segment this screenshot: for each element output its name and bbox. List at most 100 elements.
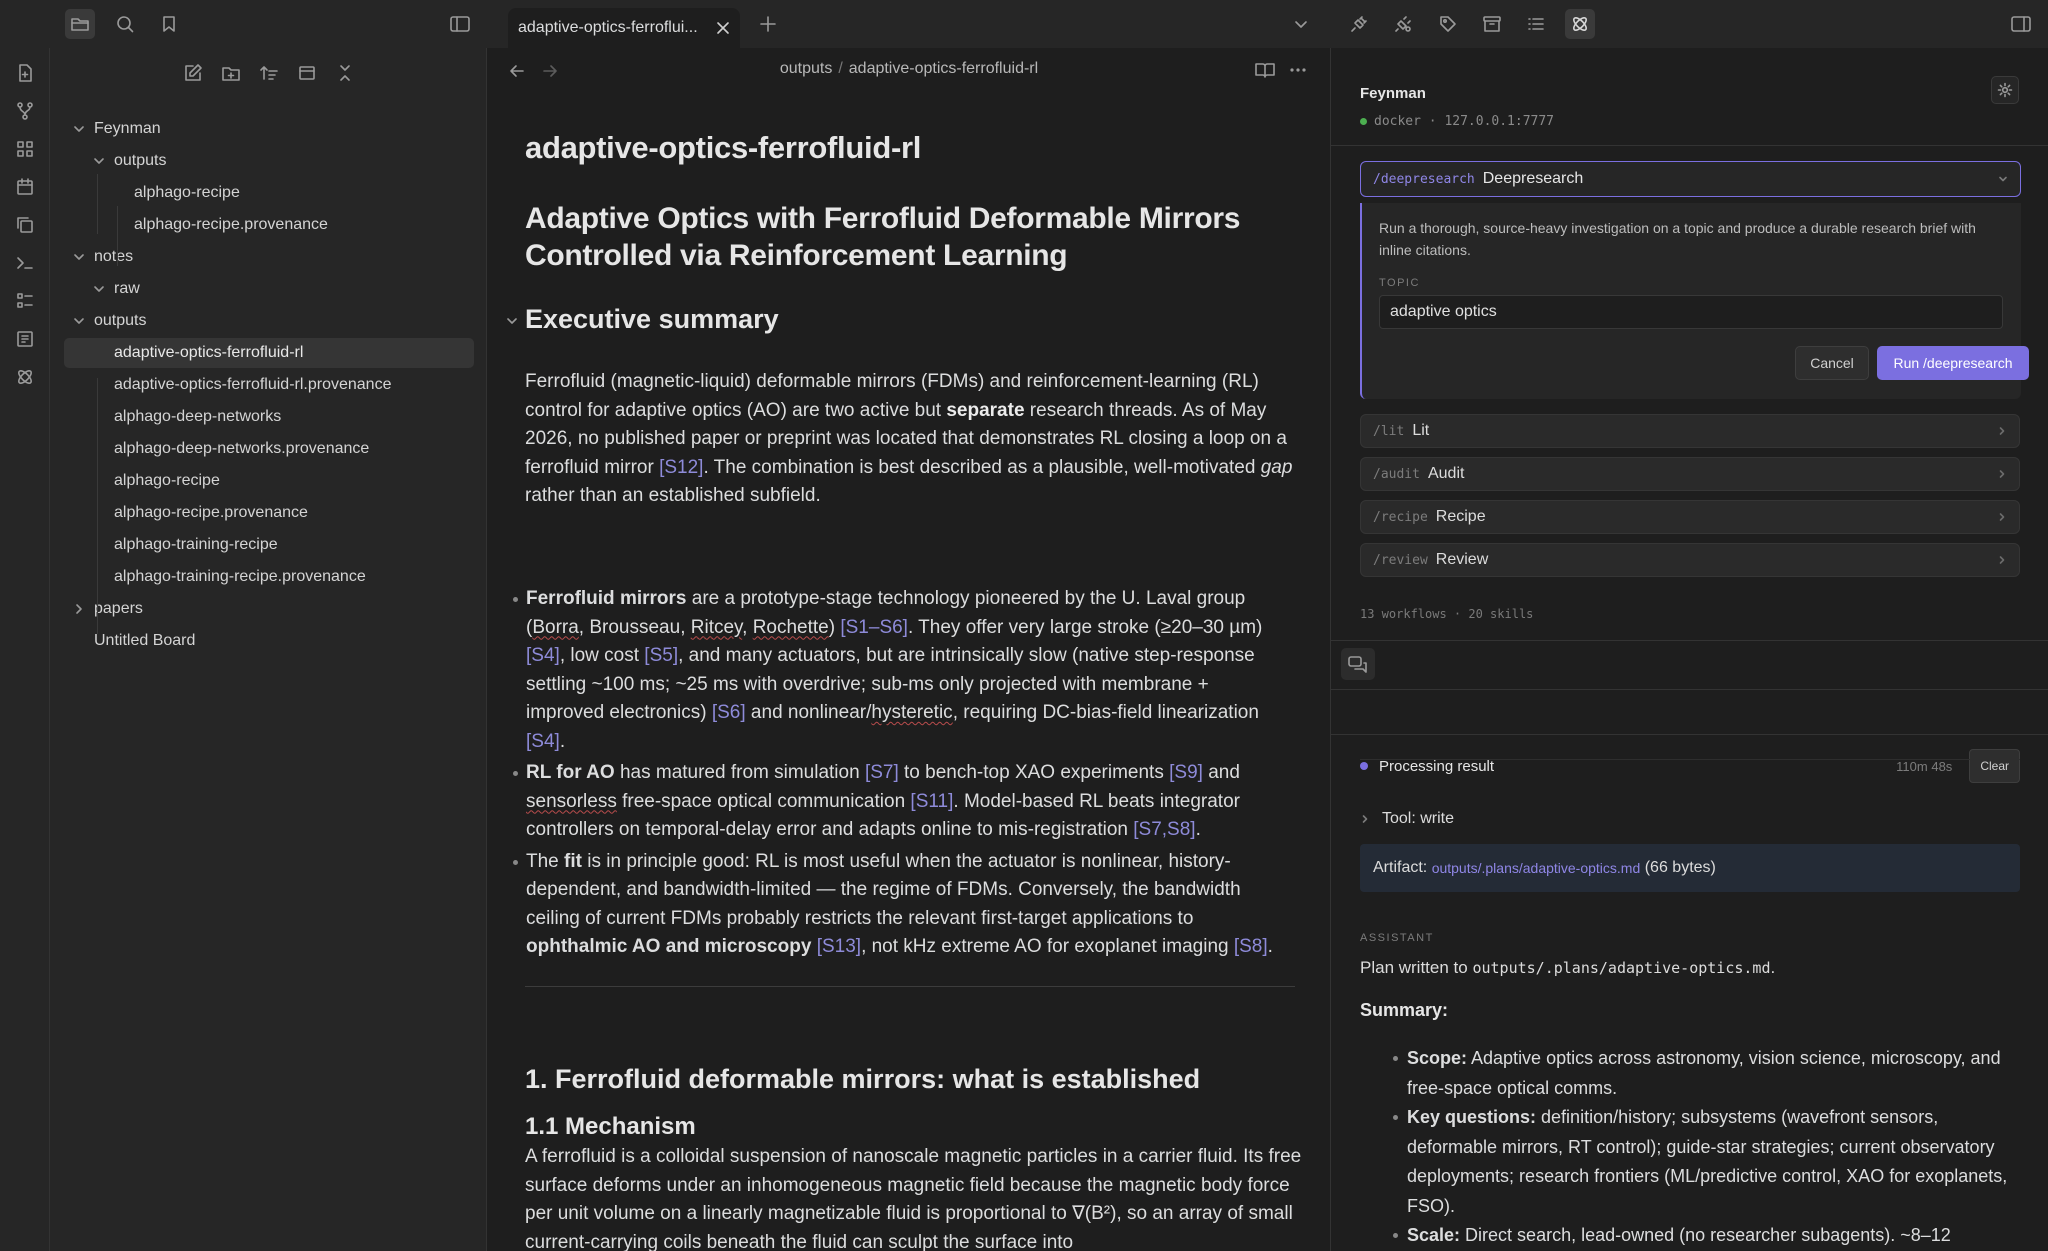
chevron-down-icon[interactable] bbox=[1286, 9, 1316, 39]
tree-folder[interactable]: raw bbox=[84, 274, 474, 304]
workflow-form: Run a thorough, source-heavy investigati… bbox=[1360, 203, 2029, 399]
tree-file[interactable]: alphago-recipe bbox=[104, 178, 474, 208]
chat-icon[interactable] bbox=[1341, 648, 1375, 680]
citation[interactable]: [S11] bbox=[910, 791, 953, 812]
collapse-all-icon[interactable] bbox=[332, 60, 358, 86]
tree-file[interactable]: adaptive-optics-ferrofluid-rl bbox=[64, 338, 474, 368]
chevron-right-icon bbox=[1997, 512, 2007, 522]
atom-icon[interactable] bbox=[1565, 9, 1595, 39]
tree-file[interactable]: alphago-training-recipe bbox=[84, 530, 474, 560]
workflow-command: /review bbox=[1373, 552, 1428, 568]
terminal-icon[interactable] bbox=[12, 250, 38, 276]
chevron-down-icon[interactable] bbox=[92, 154, 114, 168]
ribbon bbox=[0, 48, 50, 1251]
citation[interactable]: [S6] bbox=[712, 702, 746, 723]
calendar-icon[interactable] bbox=[12, 174, 38, 200]
copy-icon[interactable] bbox=[12, 212, 38, 238]
list-item: RL for AO has matured from simulation [S… bbox=[498, 759, 1288, 845]
chevron-down-icon[interactable] bbox=[92, 282, 114, 296]
citation[interactable]: [S1–S6] bbox=[840, 617, 908, 638]
clear-button[interactable]: Clear bbox=[1969, 749, 2020, 783]
inline-title[interactable]: adaptive-optics-ferrofluid-rl bbox=[525, 130, 1295, 166]
chevron-down-icon[interactable] bbox=[72, 314, 94, 328]
git-icon[interactable] bbox=[12, 98, 38, 124]
file-plus-icon[interactable] bbox=[12, 60, 38, 86]
fold-chevron-icon[interactable] bbox=[505, 314, 519, 328]
citation[interactable]: [S12] bbox=[659, 457, 703, 478]
run-deepresearch-button[interactable]: Run /deepresearch bbox=[1877, 346, 2029, 380]
workflow-review[interactable]: /review Review bbox=[1360, 543, 2020, 577]
citation[interactable]: [S9] bbox=[1169, 762, 1203, 783]
topic-input[interactable] bbox=[1379, 295, 2003, 329]
citation[interactable]: [S7] bbox=[865, 762, 899, 783]
artifact-link[interactable]: outputs/.plans/adaptive-optics.md bbox=[1432, 860, 1641, 876]
sort-icon[interactable] bbox=[256, 60, 282, 86]
title-bar: adaptive-optics-ferroflui... bbox=[0, 0, 2048, 48]
breadcrumb-folder[interactable]: outputs bbox=[780, 60, 832, 77]
chevron-right-icon[interactable] bbox=[72, 602, 94, 616]
chevron-right-icon bbox=[1997, 469, 2007, 479]
citation[interactable]: [S4] bbox=[526, 645, 560, 666]
tree-folder[interactable]: outputs bbox=[64, 306, 474, 336]
chevron-down-icon[interactable] bbox=[1998, 174, 2008, 184]
folder-icon[interactable] bbox=[65, 9, 95, 39]
tree-folder[interactable]: papers bbox=[64, 594, 474, 624]
tree-folder[interactable]: notes bbox=[64, 242, 474, 272]
search-icon[interactable] bbox=[110, 9, 140, 39]
plugin-sync-icon[interactable] bbox=[1388, 9, 1418, 39]
tree-file[interactable]: alphago-deep-networks.provenance bbox=[84, 434, 474, 464]
tree-file[interactable]: alphago-recipe.provenance bbox=[104, 210, 474, 240]
connection-status: docker · 127.0.0.1:7777 bbox=[1360, 114, 1554, 129]
tree-file[interactable]: adaptive-optics-ferrofluid-rl.provenance bbox=[84, 370, 474, 400]
right-sidebar-toggle-icon[interactable] bbox=[2006, 9, 2036, 39]
workflow-recipe[interactable]: /recipe Recipe bbox=[1360, 500, 2020, 534]
tree-file[interactable]: alphago-training-recipe.provenance bbox=[84, 562, 474, 592]
atom-icon[interactable] bbox=[12, 364, 38, 390]
citation[interactable]: [S13] bbox=[817, 936, 861, 957]
sidebar-toggle-icon[interactable] bbox=[445, 9, 475, 39]
summary-item: Key questions: definition/history; subsy… bbox=[1360, 1103, 2030, 1221]
grid-icon[interactable] bbox=[12, 136, 38, 162]
tree-file[interactable]: alphago-recipe.provenance bbox=[84, 498, 474, 528]
citation[interactable]: [S7,S8] bbox=[1133, 819, 1195, 840]
tree-file[interactable]: alphago-deep-networks bbox=[84, 402, 474, 432]
assistant-label: ASSISTANT bbox=[1360, 932, 1434, 944]
book-icon[interactable] bbox=[12, 326, 38, 352]
new-tab-icon[interactable] bbox=[753, 9, 783, 39]
list-icon[interactable] bbox=[1521, 9, 1551, 39]
mechanism-paragraph: A ferrofluid is a colloidal suspension o… bbox=[525, 1146, 1302, 1251]
bookmark-icon[interactable] bbox=[154, 9, 184, 39]
divider bbox=[525, 986, 1295, 987]
breadcrumb-file[interactable]: adaptive-optics-ferrofluid-rl bbox=[849, 60, 1038, 77]
gear-icon[interactable] bbox=[1991, 76, 2019, 104]
workflow-audit[interactable]: /audit Audit bbox=[1360, 457, 2020, 491]
new-folder-icon[interactable] bbox=[218, 60, 244, 86]
workflow-lit[interactable]: /lit Lit bbox=[1360, 414, 2020, 448]
citation[interactable]: [S4] bbox=[526, 731, 560, 752]
cancel-button[interactable]: Cancel bbox=[1795, 346, 1869, 380]
tree-item-label: alphago-training-recipe bbox=[114, 536, 278, 553]
chevron-down-icon[interactable] bbox=[72, 122, 94, 136]
new-note-icon[interactable] bbox=[180, 60, 206, 86]
citation[interactable]: [S8] bbox=[1234, 936, 1268, 957]
section-1-1-heading: 1.1 Mechanism bbox=[525, 1113, 696, 1140]
summary-item: Scope: Adaptive optics across astronomy,… bbox=[1360, 1044, 2030, 1103]
list-grid-icon[interactable] bbox=[12, 288, 38, 314]
more-options-icon[interactable] bbox=[1288, 60, 1308, 80]
collapse-icon[interactable] bbox=[294, 60, 320, 86]
workflow-command: /lit bbox=[1373, 423, 1405, 439]
tree-folder[interactable]: outputs bbox=[84, 146, 474, 176]
workflow-deepresearch[interactable]: /deepresearch Deepresearch bbox=[1360, 161, 2021, 197]
close-icon[interactable] bbox=[716, 21, 730, 35]
reading-mode-icon[interactable] bbox=[1254, 60, 1276, 80]
tag-icon[interactable] bbox=[1433, 9, 1463, 39]
citation[interactable]: [S5] bbox=[644, 645, 678, 666]
plugin-icon[interactable] bbox=[1344, 9, 1374, 39]
tool-row[interactable]: Tool: write bbox=[1360, 810, 1454, 828]
tree-file[interactable]: Untitled Board bbox=[64, 626, 474, 656]
chevron-down-icon[interactable] bbox=[72, 250, 94, 264]
tree-folder[interactable]: Feynman bbox=[64, 114, 474, 144]
tab-active[interactable]: adaptive-optics-ferroflui... bbox=[508, 8, 740, 48]
tree-file[interactable]: alphago-recipe bbox=[84, 466, 474, 496]
archive-icon[interactable] bbox=[1477, 9, 1507, 39]
